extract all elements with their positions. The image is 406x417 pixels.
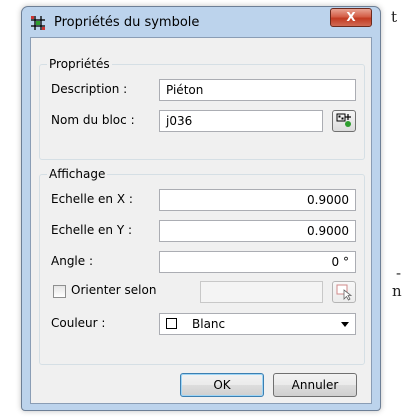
orient-field[interactable] [200,281,323,303]
display-group: Affichage Echelle en X : 0.9000 Echelle … [39,167,365,365]
pick-block-button[interactable] [332,110,356,132]
background-text-1: t [391,8,398,26]
background-text-2: - [396,264,402,282]
dialog-client-area: Propriétés Description : Piéton Nom du b… [30,37,372,404]
color-swatch [166,318,177,329]
scale-x-field[interactable]: 0.9000 [159,189,356,211]
color-label: Couleur : [51,316,106,330]
angle-field[interactable]: 0 ° [159,251,356,273]
display-group-title: Affichage [47,167,108,181]
block-name-field[interactable]: j036 [159,110,323,132]
ok-button[interactable]: OK [180,373,264,397]
properties-group-title: Propriétés [47,57,112,71]
color-selected-value: Blanc [192,317,226,331]
close-button[interactable]: X [330,8,372,27]
title-bar[interactable]: Propriétés du symbole X [22,7,380,37]
background-text-3: n [392,282,402,300]
symbol-app-icon [30,15,46,31]
scale-y-label: Echelle en Y : [51,223,133,237]
orient-label: Orienter selon [71,283,157,297]
properties-group: Propriétés Description : Piéton Nom du b… [39,57,365,160]
dropdown-arrow-icon [341,322,349,327]
angle-label: Angle : [51,254,94,268]
scale-x-label: Echelle en X : [51,192,133,206]
close-icon: X [346,10,356,24]
description-label: Description : [51,82,128,96]
orient-checkbox[interactable] [53,285,66,298]
dialog-title: Propriétés du symbole [54,15,200,30]
cancel-button[interactable]: Annuler [273,373,357,397]
color-select[interactable]: Blanc [159,313,356,335]
symbol-properties-dialog: Propriétés du symbole X Propriétés Descr… [21,6,381,411]
block-name-label: Nom du bloc : [51,113,135,127]
description-field[interactable]: Piéton [159,79,356,101]
scale-y-field[interactable]: 0.9000 [159,220,356,242]
pick-orient-button[interactable] [332,281,356,303]
